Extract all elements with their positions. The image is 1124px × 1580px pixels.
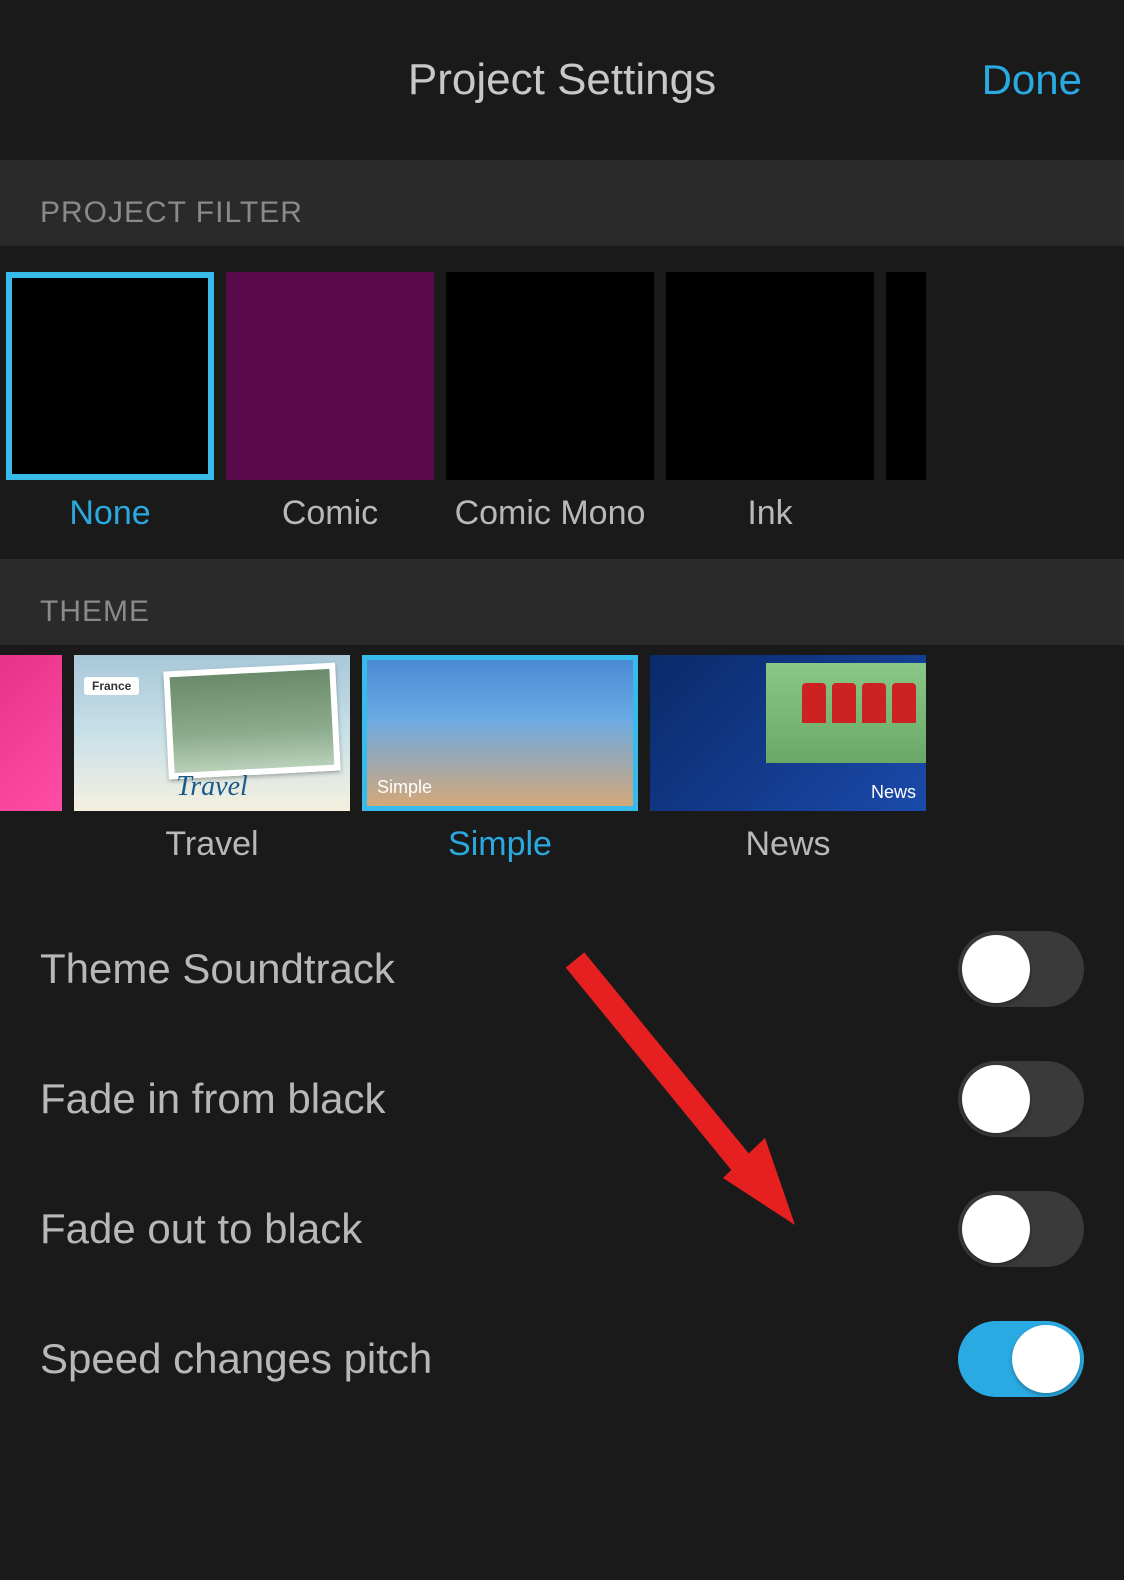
section-header-filter: PROJECT FILTER <box>0 160 1124 246</box>
filter-item-comic: Comic <box>226 272 434 533</box>
theme-section-title: THEME <box>40 595 150 629</box>
header: Project Settings Done <box>0 0 1124 160</box>
settings-label: Speed changes pitch <box>40 1335 432 1383</box>
filter-item-ink: Ink <box>666 272 874 533</box>
page-title: Project Settings <box>408 55 716 105</box>
toggle-knob <box>962 935 1030 1003</box>
done-button[interactable]: Done <box>982 56 1082 104</box>
theme-item-partial-prev <box>0 655 62 864</box>
news-inset-image <box>766 663 926 763</box>
travel-badge: France <box>84 677 139 695</box>
filter-label: Comic Mono <box>455 494 646 533</box>
filter-row: None Comic Comic Mono Ink <box>0 246 1124 533</box>
theme-label: Simple <box>448 825 552 864</box>
filter-label: None <box>69 494 150 533</box>
filter-thumbnail-comic-mono[interactable] <box>446 272 654 480</box>
filter-item-comic-mono: Comic Mono <box>446 272 654 533</box>
filter-thumbnail-ink[interactable] <box>666 272 874 480</box>
filter-item-none: None <box>6 272 214 533</box>
theme-thumbnail-travel[interactable]: France Travel <box>74 655 350 811</box>
settings-list: Theme Soundtrack Fade in from black Fade… <box>0 864 1124 1424</box>
settings-label: Fade in from black <box>40 1075 385 1123</box>
travel-overlay-text: Travel <box>176 771 248 803</box>
settings-row-theme-soundtrack: Theme Soundtrack <box>40 904 1084 1034</box>
section-header-theme: THEME <box>0 559 1124 645</box>
theme-thumbnail-news[interactable]: News <box>650 655 926 811</box>
filter-label: Comic <box>282 494 378 533</box>
settings-row-fade-out: Fade out to black <box>40 1164 1084 1294</box>
toggle-theme-soundtrack[interactable] <box>958 931 1084 1007</box>
toggle-speed-pitch[interactable] <box>958 1321 1084 1397</box>
toggle-fade-in[interactable] <box>958 1061 1084 1137</box>
simple-overlay-text: Simple <box>377 777 432 798</box>
filter-thumbnail-comic[interactable] <box>226 272 434 480</box>
filter-label: Ink <box>747 494 792 533</box>
toggle-knob <box>962 1065 1030 1133</box>
theme-item-travel: France Travel Travel <box>74 655 350 864</box>
theme-thumbnail-simple[interactable]: Simple <box>362 655 638 811</box>
theme-label: Travel <box>165 825 258 864</box>
theme-label: News <box>745 825 830 864</box>
settings-label: Fade out to black <box>40 1205 362 1253</box>
toggle-knob <box>962 1195 1030 1263</box>
filter-section-title: PROJECT FILTER <box>40 196 303 230</box>
news-figures <box>802 683 916 723</box>
settings-row-speed-pitch: Speed changes pitch <box>40 1294 1084 1424</box>
filter-thumbnail-none[interactable] <box>6 272 214 480</box>
filter-thumbnail-partial[interactable] <box>886 272 926 480</box>
news-overlay-text: News <box>871 782 916 803</box>
theme-item-news: News News <box>650 655 926 864</box>
toggle-knob <box>1012 1325 1080 1393</box>
theme-row: France Travel Travel Simple Simple News … <box>0 645 1124 864</box>
theme-thumbnail-prev[interactable] <box>0 655 62 811</box>
filter-item-next <box>886 272 926 533</box>
toggle-fade-out[interactable] <box>958 1191 1084 1267</box>
settings-row-fade-in: Fade in from black <box>40 1034 1084 1164</box>
settings-label: Theme Soundtrack <box>40 945 395 993</box>
theme-item-simple: Simple Simple <box>362 655 638 864</box>
